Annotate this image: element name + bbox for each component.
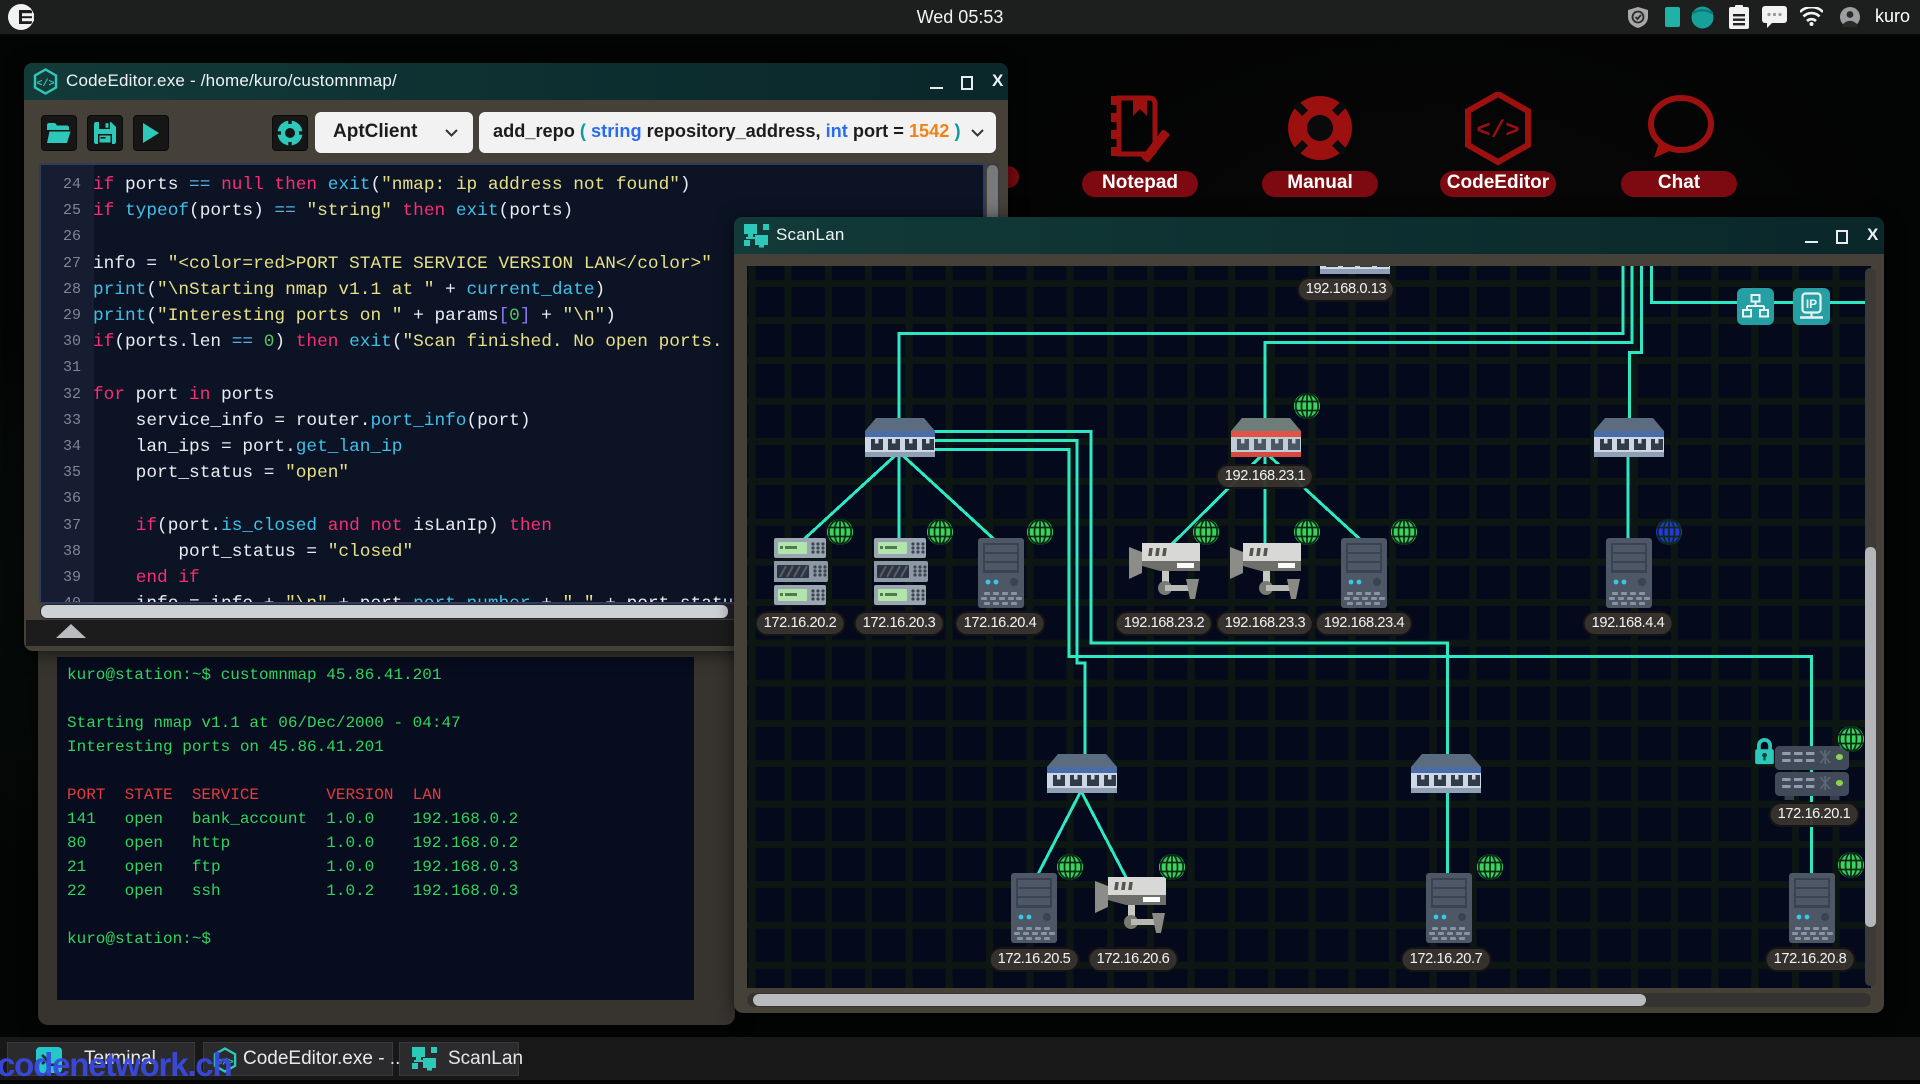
svg-text:</>: </> <box>36 78 54 90</box>
svg-text:</>: </> <box>1476 118 1519 145</box>
svg-text:IP: IP <box>1806 297 1817 311</box>
